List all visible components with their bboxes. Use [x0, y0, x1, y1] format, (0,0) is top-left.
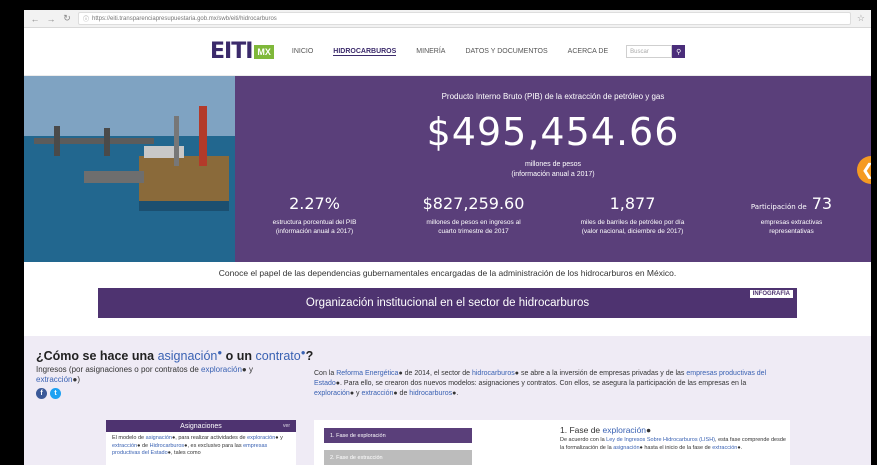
extraccion-link[interactable]: extracción: [36, 375, 72, 384]
extraccion-link[interactable]: extracción: [361, 390, 393, 397]
browser-toolbar: ← → ↻ ⓘ https://eiti.transparenciapresup…: [24, 10, 871, 28]
asignaciones-card: Asignaciones ver El modelo de asignación…: [106, 420, 296, 465]
exploracion-link[interactable]: exploración: [603, 425, 646, 435]
banner-title: Organización institucional en el sector …: [305, 297, 590, 309]
stat-value: Participación de 73: [712, 194, 871, 213]
menu-item-mineria[interactable]: MINERÍA: [416, 48, 445, 55]
pib-note: (información anual a 2017): [511, 171, 595, 178]
phases-panel: 1. Fase de exploración 2. Fase de extrac…: [314, 420, 790, 465]
reload-icon[interactable]: ↻: [62, 13, 72, 24]
exploracion-link[interactable]: exploración: [247, 435, 275, 441]
intro-paragraph: Con la Reforma Energética● de 2014, el s…: [314, 370, 767, 397]
stat-label: estructura porcentual del PIB (informació…: [272, 219, 357, 235]
info-icon[interactable]: ●: [217, 348, 222, 357]
phase-detail-text: De acuerdo con la Ley de Ingresos Sobre …: [560, 437, 786, 451]
pib-value: $495,454.66: [426, 110, 680, 154]
browser-window: ← → ↻ ⓘ https://eiti.transparenciapresup…: [24, 10, 871, 465]
back-icon[interactable]: ←: [30, 14, 40, 24]
extraccion-link[interactable]: extracción: [112, 443, 137, 449]
hidrocarburos-link[interactable]: hidrocarburos: [409, 390, 452, 397]
asignaciones-body: El modelo de asignación●, para realizar …: [112, 435, 283, 456]
social-share: f t: [36, 388, 313, 400]
info-icon: ⓘ: [83, 17, 90, 23]
pib-subtitle: millones de pesos (información anual a 2…: [235, 160, 871, 180]
hidrocarburos-link[interactable]: hidrocarburos: [472, 370, 515, 377]
stats-row: 2.27% estructura porcentual del PIB (info…: [235, 194, 871, 236]
pib-unit: millones de pesos: [524, 161, 582, 168]
menu-item-hidrocarburos[interactable]: HIDROCARBUROS: [333, 48, 397, 56]
stat-value: 1,877: [609, 194, 656, 213]
stat-label: millones de pesos en ingresos al cuarto t…: [426, 219, 521, 235]
infografia-badge: INFOGRAFÍA: [749, 290, 793, 298]
search-input[interactable]: Buscar: [626, 45, 673, 58]
pib-panel: Producto Interno Bruto (PIB) de la extra…: [235, 76, 871, 262]
hero: Producto Interno Bruto (PIB) de la extra…: [24, 76, 871, 262]
site-header: EITI MX INICIO HIDROCARBUROS MINERÍA DAT…: [24, 28, 871, 76]
asignaciones-title: Asignaciones: [180, 422, 222, 430]
asignaciones-toggle[interactable]: ver: [283, 423, 290, 429]
asignaciones-header[interactable]: Asignaciones ver: [106, 420, 296, 432]
search-icon: ⚲: [676, 48, 682, 56]
bookmark-star-icon[interactable]: ☆: [857, 13, 865, 24]
how-header: ¿Cómo se hace una asignación● o un contr…: [36, 348, 314, 400]
stat-label: empresas extractivas representativas: [760, 219, 823, 235]
eiti-logo[interactable]: EITI MX: [210, 36, 274, 68]
chevron-left-icon: ❮: [861, 160, 871, 180]
oil-platform-photo: [24, 76, 235, 262]
menu-item-inicio[interactable]: INICIO: [292, 48, 313, 55]
menu-item-acerca[interactable]: ACERCA DE: [568, 48, 608, 55]
phase-detail: 1. Fase de exploración● De acuerdo con l…: [560, 425, 786, 452]
stat-barriles: 1,877 miles de barriles de petróleo por …: [553, 194, 712, 236]
asignacion-link[interactable]: asignación: [146, 435, 172, 441]
lish-link[interactable]: Ley de Ingresos Sobre Hidrocarburos (LIS…: [606, 437, 715, 443]
main-menu: INICIO HIDROCARBUROS MINERÍA DATOS Y DOC…: [292, 48, 608, 56]
stat-ingresos: $827,259.60 millones de pesos en ingreso…: [394, 194, 553, 236]
asignacion-link[interactable]: asignación: [158, 349, 218, 363]
phase-detail-title: 1. Fase de exploración●: [560, 425, 652, 435]
twitter-icon[interactable]: t: [50, 388, 61, 400]
hidrocarburos-link[interactable]: Hidrocarburos: [150, 443, 185, 449]
pib-title: Producto Interno Bruto (PIB) de la extra…: [441, 92, 665, 101]
url-text: https://eiti.transparenciapresupuestaria…: [92, 15, 277, 22]
menu-item-datos[interactable]: DATOS Y DOCUMENTOS: [465, 48, 547, 55]
search-box: Buscar ⚲: [626, 45, 686, 58]
stat-empresas: Participación de 73 empresas extractivas…: [712, 194, 871, 236]
forward-icon[interactable]: →: [46, 14, 56, 24]
asignacion-link[interactable]: asignación: [613, 445, 639, 451]
contrato-link[interactable]: contrato: [256, 349, 301, 363]
search-button[interactable]: ⚲: [672, 45, 686, 58]
how-title: ¿Cómo se hace una asignación● o un contr…: [36, 348, 314, 364]
stat-number: 73: [811, 194, 833, 213]
exploracion-link[interactable]: exploración: [201, 365, 242, 374]
facebook-icon[interactable]: f: [36, 388, 47, 400]
how-subtitle: Ingresos (por asignaciones o por contrat…: [36, 365, 253, 385]
reforma-link[interactable]: Reforma Energética: [336, 370, 398, 377]
extraccion-link[interactable]: extracción: [712, 445, 737, 451]
conoce-text: Conoce el papel de las dependencias gube…: [218, 268, 677, 278]
how-section: ¿Cómo se hace una asignación● o un contr…: [24, 336, 871, 465]
exploracion-link[interactable]: exploración: [314, 390, 350, 397]
address-bar[interactable]: ⓘ https://eiti.transparenciapresupuestar…: [78, 12, 851, 25]
logo-badge: MX: [254, 44, 274, 59]
stat-label: miles de barriles de petróleo por día (va…: [580, 219, 685, 235]
stat-percent: 2.27% estructura porcentual del PIB (info…: [235, 194, 394, 236]
logo-text: EITI: [210, 39, 253, 64]
infografia-banner[interactable]: Organización institucional en el sector …: [98, 288, 797, 318]
conoce-section: Conoce el papel de las dependencias gube…: [24, 262, 871, 336]
stat-value: $827,259.60: [422, 194, 525, 213]
stat-value: 2.27%: [289, 194, 340, 213]
stat-prefix: Participación de: [750, 203, 807, 211]
phase-extraccion-button[interactable]: 2. Fase de extracción: [324, 450, 472, 465]
phase-exploracion-button[interactable]: 1. Fase de exploración: [324, 428, 472, 443]
